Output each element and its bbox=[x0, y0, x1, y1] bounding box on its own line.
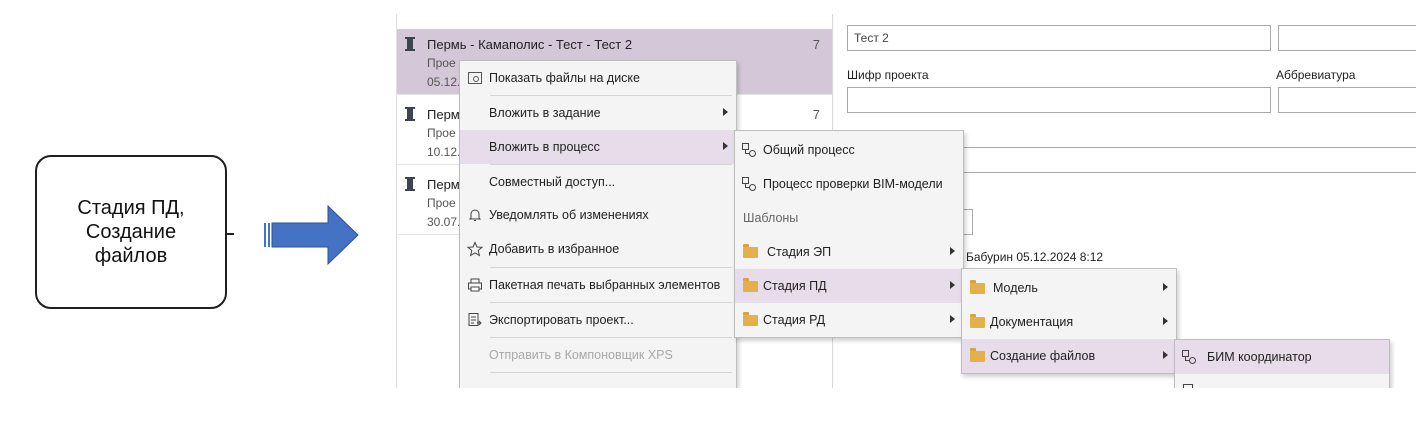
submenu-arrow-icon bbox=[950, 247, 955, 255]
process-icon bbox=[742, 177, 756, 191]
document-icon bbox=[1183, 384, 1193, 388]
submenu-arrow-icon bbox=[950, 281, 955, 289]
submenu-arrow-icon bbox=[723, 142, 728, 150]
project-date: 30.07. bbox=[427, 215, 461, 229]
callout-line-2: Создание bbox=[85, 221, 177, 243]
callout-line-3: файлов bbox=[94, 245, 168, 267]
export-icon bbox=[468, 313, 482, 326]
menu-item-batch-print[interactable]: Пакетная печать выбранных элементов bbox=[460, 268, 736, 302]
cipher-label: Шифр проекта bbox=[847, 68, 929, 82]
menu-item-attach-process[interactable]: Вложить в процесс bbox=[460, 130, 736, 164]
printer-icon bbox=[468, 278, 482, 292]
building-icon bbox=[405, 107, 415, 121]
app-screenshot: Пермь - Камаполис - Тест - Тест 2 Прое 0… bbox=[396, 14, 1416, 388]
submenu-arrow-icon bbox=[1163, 351, 1168, 359]
project-name-input[interactable]: Тест 2 bbox=[847, 25, 1271, 51]
submenu-arrow-icon bbox=[1163, 283, 1168, 291]
project-count: 7 bbox=[812, 37, 820, 52]
folder-icon bbox=[743, 244, 758, 258]
project-subtitle: Прое bbox=[427, 56, 456, 70]
menu-item-create-files[interactable]: Создание файлов bbox=[962, 339, 1176, 373]
project-subtitle: Прое bbox=[427, 126, 456, 140]
menu-item-stage-pd[interactable]: Стадия ПД bbox=[735, 269, 963, 303]
process-icon bbox=[1182, 350, 1196, 364]
folder-disk-icon bbox=[468, 72, 482, 84]
menu-item-show-files[interactable]: Показать файлы на диске bbox=[460, 61, 736, 95]
project-date: 10.12. bbox=[427, 145, 461, 159]
folder-icon bbox=[970, 348, 985, 362]
building-icon bbox=[405, 177, 415, 191]
submenu-arrow-icon bbox=[1163, 317, 1168, 325]
menu-item-notify[interactable]: Уведомлять об изменениях bbox=[460, 198, 736, 232]
menu-item-general-process[interactable]: Общий процесс bbox=[735, 133, 963, 167]
abbr-input[interactable] bbox=[1278, 87, 1416, 113]
building-icon bbox=[405, 37, 415, 51]
menu-item-send-xps[interactable]: Отправить в Компоновщик XPS bbox=[460, 338, 736, 372]
connector-tick bbox=[226, 233, 234, 235]
context-menu: Показать файлы на диске Вложить в задани… bbox=[459, 60, 737, 388]
menu-item-favorite[interactable]: Добавить в избранное bbox=[460, 232, 736, 266]
menu-item-documentation[interactable]: Документация bbox=[962, 305, 1176, 339]
menu-item-stage-rd[interactable]: Стадия РД bbox=[735, 303, 963, 337]
stage-pd-submenu: Модель Документация Создание файлов bbox=[961, 268, 1177, 374]
callout-box: Стадия ПД, Создание файлов bbox=[35, 155, 227, 309]
project-title: Перм bbox=[427, 177, 460, 192]
templates-header: Шаблоны bbox=[743, 211, 799, 225]
menu-item-attach-task[interactable]: Вложить в задание bbox=[460, 96, 736, 130]
project-subtitle: Прое bbox=[427, 196, 456, 210]
star-icon bbox=[467, 241, 483, 257]
folder-icon bbox=[970, 314, 985, 328]
create-files-submenu: БИМ координатор bbox=[1174, 339, 1390, 388]
folder-icon bbox=[743, 312, 758, 326]
project-date: 05.12. bbox=[427, 75, 461, 89]
project-count: 7 bbox=[812, 107, 820, 122]
menu-item-export[interactable]: Экспортировать проект... bbox=[460, 303, 736, 337]
menu-item-model[interactable]: Модель bbox=[962, 271, 1176, 305]
menu-item-bim-coordinator[interactable]: БИМ координатор bbox=[1175, 340, 1389, 374]
menu-item-bim-check-process[interactable]: Процесс проверки BIM-модели bbox=[735, 167, 963, 201]
process-submenu: Общий процесс Процесс проверки BIM-модел… bbox=[734, 130, 964, 338]
folder-icon bbox=[970, 280, 985, 294]
abbr-label: Аббревиатура bbox=[1276, 68, 1356, 82]
menu-item-stage-ep[interactable]: Стадия ЭП bbox=[735, 235, 963, 269]
project-title: Пермь - Камаполис - Тест - Тест 2 bbox=[427, 37, 633, 52]
submenu-arrow-icon bbox=[723, 108, 728, 116]
menu-item-shared-access[interactable]: Совместный доступ... bbox=[460, 165, 736, 199]
cipher-input[interactable] bbox=[847, 87, 1271, 113]
submenu-arrow-icon bbox=[950, 315, 955, 323]
project-title: Перм bbox=[427, 107, 460, 122]
process-icon bbox=[742, 143, 756, 157]
folder-icon bbox=[743, 278, 758, 292]
project-extra-input[interactable] bbox=[1278, 25, 1416, 51]
author-date-text: Бабурин 05.12.2024 8:12 bbox=[966, 250, 1104, 264]
arrow-right-icon bbox=[264, 204, 359, 266]
menu-item-next[interactable] bbox=[1175, 374, 1389, 388]
callout-line-1: Стадия ПД, bbox=[77, 197, 185, 219]
bell-icon bbox=[468, 209, 482, 221]
